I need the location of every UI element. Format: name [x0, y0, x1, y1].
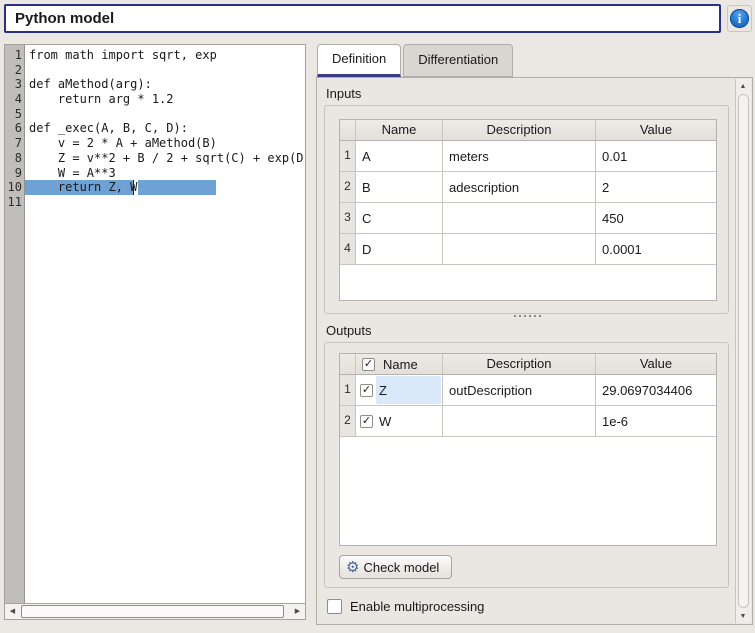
- multiprocessing-label: Enable multiprocessing: [350, 599, 484, 614]
- code-line: 9 W = A**3: [5, 166, 305, 181]
- horizontal-scrollbar-thumb[interactable]: [21, 605, 284, 618]
- inputs-table: Name Description Value 1 A meters 0.01 2…: [339, 119, 717, 301]
- code-line: 6def _exec(A, B, C, D):: [5, 121, 305, 136]
- input-value-cell[interactable]: 0.0001: [596, 234, 716, 264]
- inputs-row: 2 B adescription 2: [340, 172, 716, 203]
- inputs-group-frame: Name Description Value 1 A meters 0.01 2…: [324, 105, 729, 314]
- code-line: 8 Z = v**2 + B / 2 + sqrt(C) + exp(D): [5, 151, 305, 166]
- input-name-cell[interactable]: A: [356, 141, 443, 171]
- scroll-up-icon[interactable]: ▲: [736, 79, 750, 93]
- code-line: 1from math import sqrt, exp: [5, 48, 305, 63]
- row-number[interactable]: 1: [340, 375, 356, 405]
- input-value-cell[interactable]: 2: [596, 172, 716, 202]
- output-name-cell[interactable]: ✓ Z: [356, 375, 443, 405]
- code-line: 7 v = 2 * A + aMethod(B): [5, 136, 305, 151]
- outputs-table: ✓ Name Description Value 1 ✓ Z outDescri…: [339, 353, 717, 546]
- input-value-cell[interactable]: 0.01: [596, 141, 716, 171]
- tab-differentiation[interactable]: Differentiation: [403, 44, 513, 77]
- code-line: 3def aMethod(arg):: [5, 77, 305, 92]
- code-area[interactable]: 1from math import sqrt, exp 2 3def aMeth…: [5, 48, 305, 210]
- gear-icon: ⚙: [346, 560, 359, 575]
- input-name-cell[interactable]: B: [356, 172, 443, 202]
- inputs-table-header: Name Description Value: [340, 120, 716, 141]
- vertical-scrollbar-thumb[interactable]: [738, 94, 749, 608]
- input-name-cell[interactable]: D: [356, 234, 443, 264]
- outputs-table-header: ✓ Name Description Value: [340, 354, 716, 375]
- tab-bar: Definition Differentiation: [317, 44, 515, 77]
- outputs-row: 2 ✓ W 1e-6: [340, 406, 716, 437]
- input-value-cell[interactable]: 450: [596, 203, 716, 233]
- row-number[interactable]: 2: [340, 406, 356, 436]
- inputs-group-label: Inputs: [326, 86, 361, 101]
- inputs-row: 4 D 0.0001: [340, 234, 716, 265]
- code-line: 11: [5, 195, 305, 210]
- code-line: 5: [5, 107, 305, 122]
- outputs-group-frame: ✓ Name Description Value 1 ✓ Z outDescri…: [324, 342, 729, 588]
- info-icon: i: [730, 9, 749, 28]
- output-name-cell[interactable]: ✓ W: [356, 406, 443, 436]
- output-value-cell[interactable]: 1e-6: [596, 406, 716, 436]
- select-all-checkbox[interactable]: ✓: [362, 358, 375, 371]
- outputs-header-name: ✓ Name: [356, 354, 443, 374]
- outputs-row: 1 ✓ Z outDescription 29.0697034406: [340, 375, 716, 406]
- scroll-left-icon[interactable]: ◀: [5, 604, 20, 619]
- tab-definition[interactable]: Definition: [317, 44, 401, 77]
- editor-horizontal-scrollbar[interactable]: ◀ ▶: [5, 603, 305, 619]
- inputs-header-description: Description: [443, 120, 596, 140]
- outputs-group-label: Outputs: [326, 323, 372, 338]
- check-model-button[interactable]: ⚙ Check model: [339, 555, 452, 579]
- row-number[interactable]: 2: [340, 172, 356, 202]
- row-number[interactable]: 1: [340, 141, 356, 171]
- definition-panel: Inputs Name Description Value 1 A meters…: [316, 77, 753, 625]
- input-name-cell[interactable]: C: [356, 203, 443, 233]
- scroll-down-icon[interactable]: ▼: [736, 609, 750, 623]
- panel-vertical-scrollbar[interactable]: ▲ ▼: [735, 79, 751, 623]
- input-description-cell[interactable]: meters: [443, 141, 596, 171]
- code-line: 2: [5, 63, 305, 78]
- output-value-cell[interactable]: 29.0697034406: [596, 375, 716, 405]
- input-description-cell[interactable]: adescription: [443, 172, 596, 202]
- inputs-row: 1 A meters 0.01: [340, 141, 716, 172]
- inputs-row: 3 C 450: [340, 203, 716, 234]
- row-number[interactable]: 4: [340, 234, 356, 264]
- enable-multiprocessing-checkbox[interactable]: [327, 599, 342, 614]
- input-description-cell[interactable]: [443, 203, 596, 233]
- python-code-editor[interactable]: 1from math import sqrt, exp 2 3def aMeth…: [4, 44, 306, 620]
- multiprocessing-row: Enable multiprocessing: [327, 599, 484, 614]
- outputs-header-description: Description: [443, 354, 596, 374]
- output-description-cell[interactable]: outDescription: [443, 375, 596, 405]
- code-line: 4 return arg * 1.2: [5, 92, 305, 107]
- input-description-cell[interactable]: [443, 234, 596, 264]
- row-number[interactable]: 3: [340, 203, 356, 233]
- outputs-header-value: Value: [596, 354, 716, 374]
- output-checkbox[interactable]: ✓: [360, 415, 373, 428]
- output-checkbox[interactable]: ✓: [360, 384, 373, 397]
- code-line-selected: 10 return Z, W: [5, 180, 305, 195]
- inputs-header-value: Value: [596, 120, 716, 140]
- info-button[interactable]: i: [727, 5, 752, 32]
- scroll-right-icon[interactable]: ▶: [290, 604, 305, 619]
- model-name-input[interactable]: Python model: [4, 4, 721, 33]
- output-description-cell[interactable]: [443, 406, 596, 436]
- inputs-header-name: Name: [356, 120, 443, 140]
- splitter-handle[interactable]: [318, 312, 736, 319]
